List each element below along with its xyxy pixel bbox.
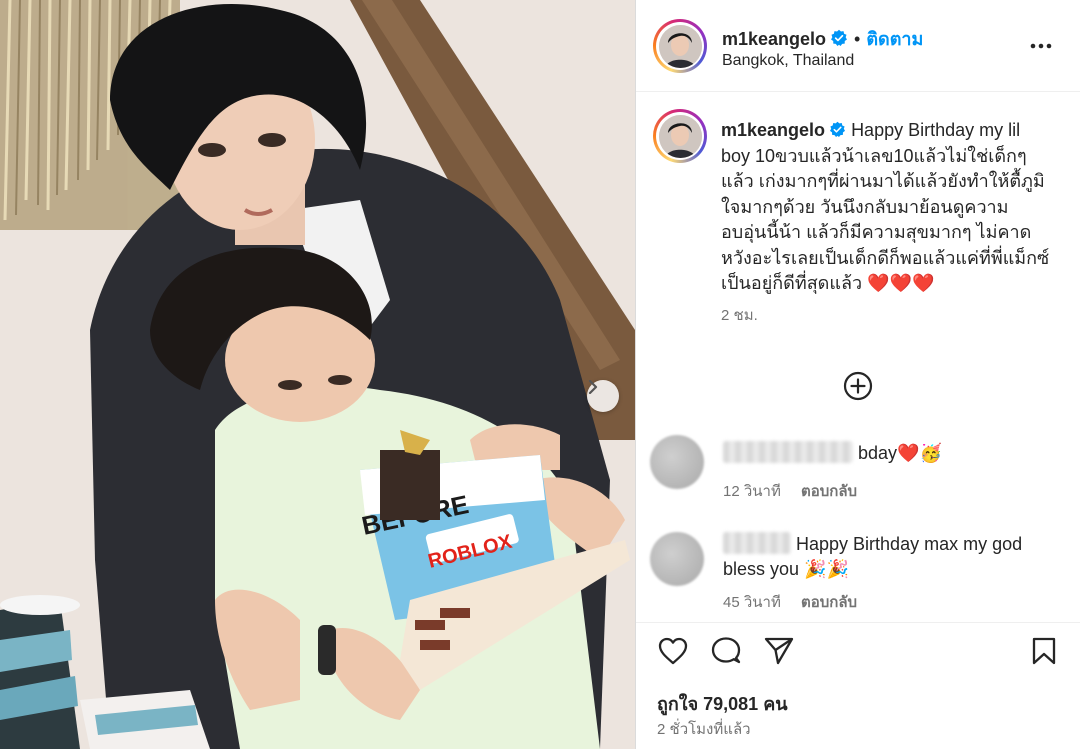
comment-time[interactable]: 12 วินาที xyxy=(723,483,781,500)
likes-count[interactable]: ถูกใจ 79,081 คน xyxy=(657,689,788,718)
caption-text: m1keangelo Happy Birthday my lil boy 10ข… xyxy=(721,118,1051,328)
comment-emojis: 🎉🎉 xyxy=(804,559,849,579)
comment-time[interactable]: 45 วินาที xyxy=(723,594,781,611)
avatar-image xyxy=(658,24,702,68)
verified-badge-icon xyxy=(830,121,846,138)
carousel-next-button[interactable] xyxy=(587,380,619,412)
caption-body: Happy Birthday my lil boy 10ขวบแล้วน้าเล… xyxy=(721,120,1050,293)
reply-button[interactable]: ตอบกลับ xyxy=(801,483,857,500)
comment-meta: 45 วินาที ตอบกลับ xyxy=(723,590,873,614)
bookmark-icon[interactable] xyxy=(1030,636,1058,666)
author-username[interactable]: m1keangelo xyxy=(722,29,826,49)
chevron-right-icon xyxy=(588,380,598,394)
avatar-image xyxy=(658,114,702,158)
more-options-icon[interactable] xyxy=(1030,38,1052,54)
reply-button[interactable]: ตอบกลับ xyxy=(801,594,857,611)
commenter-avatar[interactable] xyxy=(650,435,704,489)
comment-body: bday xyxy=(858,443,898,463)
post-location[interactable]: Bangkok, Thailand xyxy=(722,52,854,70)
author-line: m1keangelo • ติดตาม xyxy=(722,24,923,53)
commenter-avatar[interactable] xyxy=(650,532,704,586)
posted-time[interactable]: 2 ชั่วโมงที่แล้ว xyxy=(657,717,751,741)
commenter-username[interactable] xyxy=(723,441,853,463)
post-actions: ถูกใจ 79,081 คน 2 ชั่วโมงที่แล้ว xyxy=(636,622,1080,749)
photo-illustration: BEFORE ROBLOX xyxy=(0,0,635,749)
caption-emojis: ❤️❤️❤️ xyxy=(867,273,935,293)
post-header: m1keangelo • ติดตาม Bangkok, Thailand xyxy=(636,0,1080,92)
commenter-username[interactable] xyxy=(723,532,791,554)
author-avatar[interactable] xyxy=(653,19,707,73)
comment-text: bday❤️🥳 xyxy=(723,441,1053,466)
caption-avatar[interactable] xyxy=(653,109,707,163)
verified-badge-icon xyxy=(831,29,847,46)
comment-emojis: ❤️🥳 xyxy=(897,443,942,463)
comment-text: Happy Birthday max my god bless you 🎉🎉 xyxy=(723,532,1053,582)
caption-username[interactable]: m1keangelo xyxy=(721,120,825,140)
add-circle-icon[interactable] xyxy=(842,370,874,402)
follow-button[interactable]: ติดตาม xyxy=(866,29,923,49)
comment-icon[interactable] xyxy=(710,636,742,666)
post-sidebar: m1keangelo • ติดตาม Bangkok, Thailand m1ke… xyxy=(635,0,1080,749)
post-photo[interactable]: BEFORE ROBLOX xyxy=(0,0,635,749)
share-icon[interactable] xyxy=(763,636,795,666)
separator-dot: • xyxy=(854,29,861,49)
caption-time[interactable]: 2 ชม. xyxy=(721,303,1051,329)
comment-meta: 12 วินาที ตอบกลับ xyxy=(723,479,873,503)
heart-icon[interactable] xyxy=(657,636,689,666)
